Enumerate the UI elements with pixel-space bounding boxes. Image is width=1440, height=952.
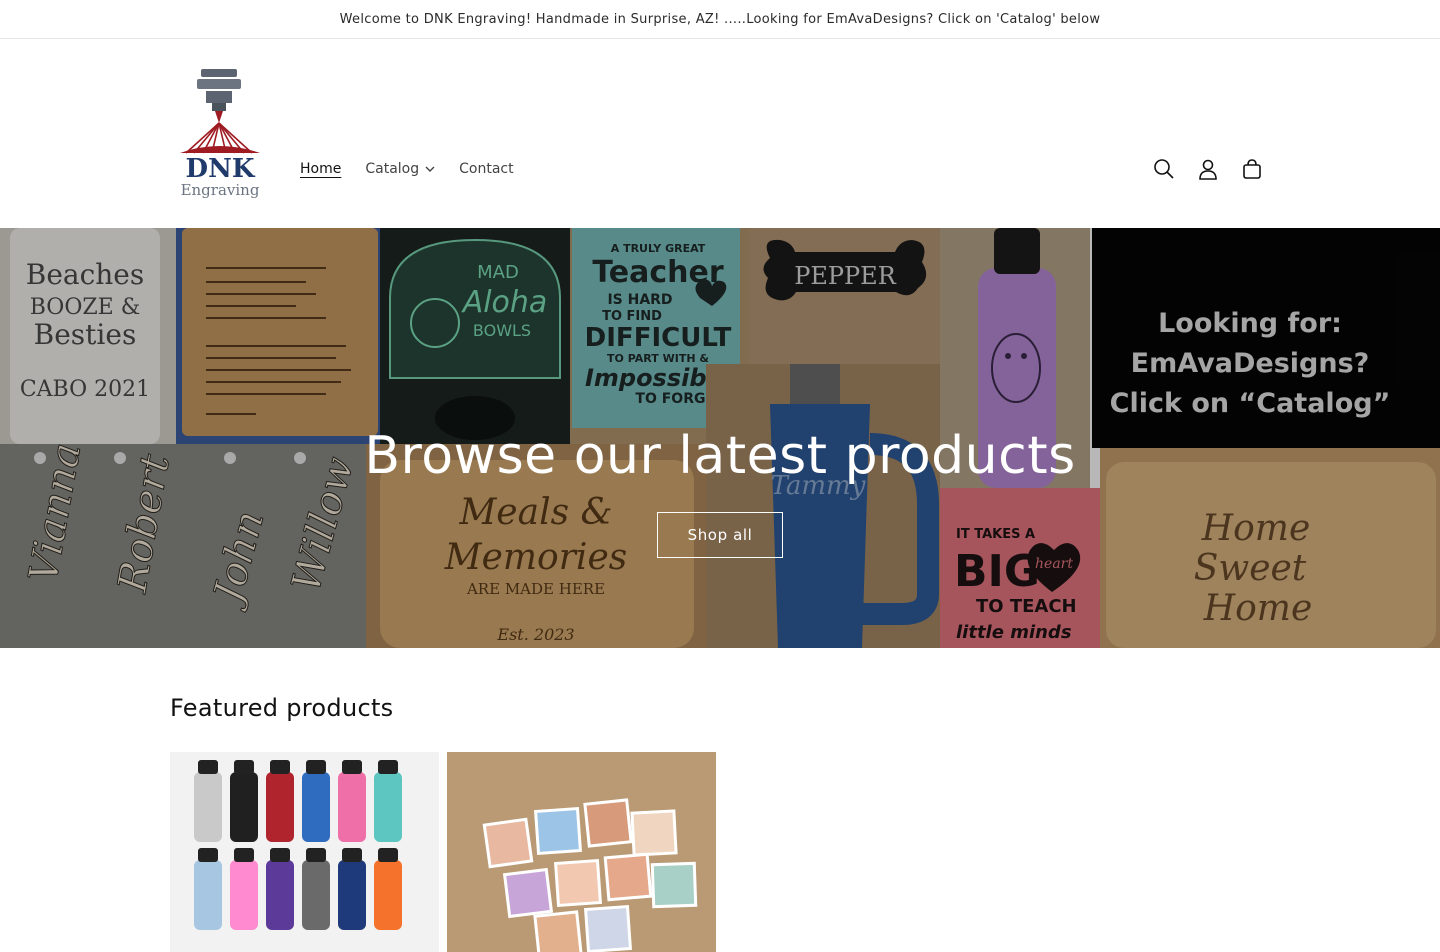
hero-content: Browse our latest products Shop all xyxy=(0,424,1440,558)
nav-catalog-label: Catalog xyxy=(365,161,420,177)
featured-products: Featured products xyxy=(0,648,1440,952)
product-image-photo-tiles xyxy=(447,752,716,952)
hero-title: Browse our latest products xyxy=(364,426,1076,486)
nav-catalog[interactable]: Catalog xyxy=(365,161,435,177)
nav-home-label: Home xyxy=(300,161,342,177)
hero-banner: Beaches BOOZE & Besties CABO 2021 MAD Al… xyxy=(0,228,1440,648)
featured-heading: Featured products xyxy=(170,694,394,722)
nav-contact-label: Contact xyxy=(459,161,514,177)
nav-home[interactable]: Home xyxy=(300,161,341,177)
shop-all-button[interactable]: Shop all xyxy=(656,512,784,558)
cart-icon[interactable] xyxy=(1240,157,1264,181)
logo-graphic: DNK Engraving xyxy=(180,69,260,199)
product-grid xyxy=(170,752,1270,952)
main-nav: Home Catalog Contact xyxy=(300,161,538,177)
site-logo[interactable]: DNK Engraving xyxy=(170,67,270,199)
announcement-text: Welcome to DNK Engraving! Handmade in Su… xyxy=(339,11,1101,27)
svg-text:DNK: DNK xyxy=(186,154,256,184)
header-icons xyxy=(1152,157,1264,181)
chevron-down-icon xyxy=(425,166,435,172)
svg-text:Engraving: Engraving xyxy=(181,181,260,199)
nav-contact[interactable]: Contact xyxy=(459,161,513,177)
product-card-bottles[interactable] xyxy=(170,752,439,952)
site-header: DNK Engraving Home Catalog Contact xyxy=(0,39,1440,228)
search-icon[interactable] xyxy=(1152,157,1176,181)
announcement-bar: Welcome to DNK Engraving! Handmade in Su… xyxy=(0,0,1440,39)
account-icon[interactable] xyxy=(1196,157,1220,181)
product-image-bottles xyxy=(170,752,439,952)
product-card-photo-tiles[interactable] xyxy=(447,752,716,952)
